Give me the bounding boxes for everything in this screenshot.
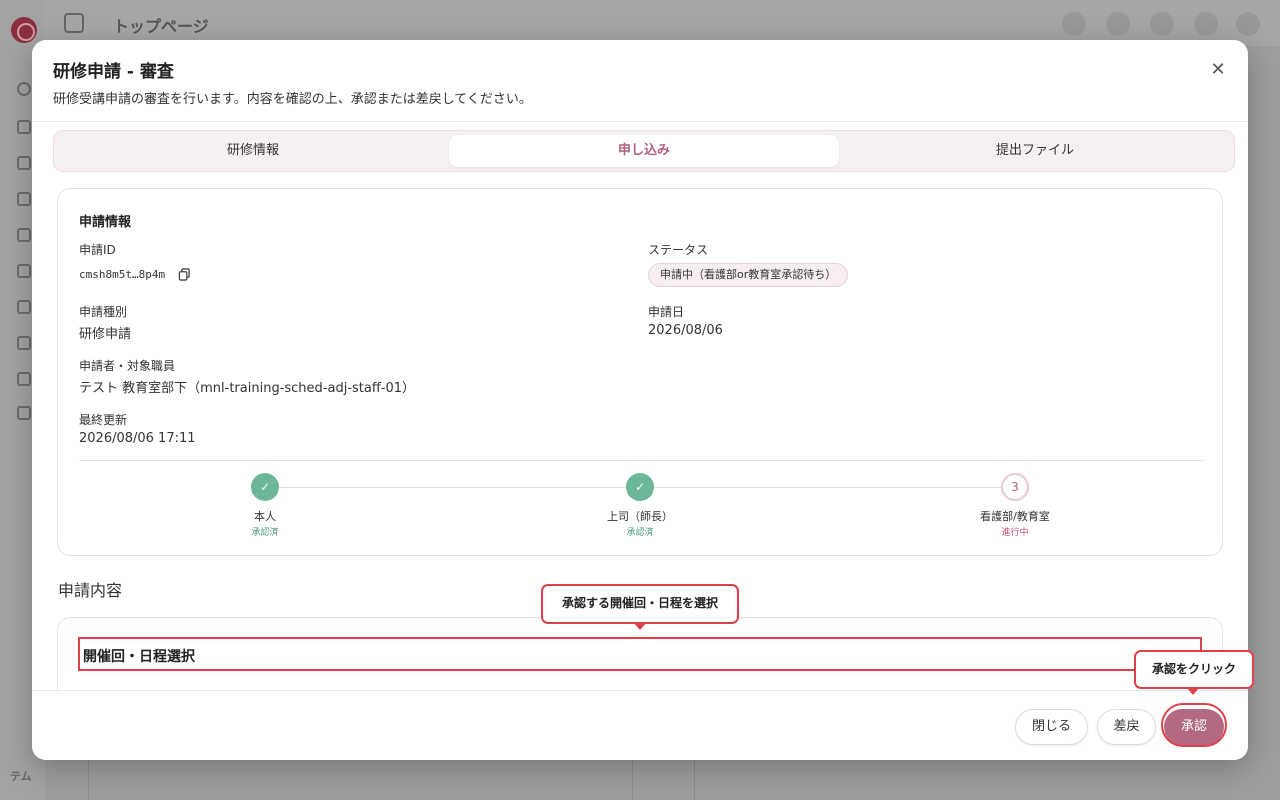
application-info-card: 申請情報 申請ID cmsh8m5t…8p4m ステータス 申請中（看護部or教… [57, 188, 1223, 556]
close-button[interactable]: 閉じる [1015, 709, 1088, 745]
section-title: 申請内容 [58, 581, 123, 600]
schedule-select-heading: 開催回・日程選択 [83, 649, 195, 665]
bg-nav-icon [17, 300, 31, 314]
step-name: 看護部/教育室 [980, 510, 1050, 523]
bg-nav-icon [17, 264, 31, 278]
modal-description: 研修受講申請の審査を行います。内容を確認の上、承認または差戻してください。 [53, 92, 532, 107]
bg-nav-icon [17, 228, 31, 242]
tooltip-select-schedule: 承認する開催回・日程を選択 [541, 584, 739, 624]
step-status: 承認済 [251, 528, 279, 538]
step-status: 承認済 [626, 528, 654, 538]
check-icon: ✓ [251, 473, 279, 501]
bg-nav-icon [17, 82, 31, 96]
tooltip-arrow [1187, 688, 1199, 695]
applicant-value: テスト 教育室部下（mnl-training-sched-adj-staff-0… [79, 381, 416, 396]
bg-nav-icon [17, 120, 31, 134]
step-name: 本人 [254, 510, 276, 523]
bg-nav-icon [17, 372, 31, 386]
bg-nav-icon [17, 336, 31, 350]
applicant-label: 申請者・対象職員 [79, 359, 176, 373]
bg-calendar-icon [1106, 12, 1130, 36]
application-date-label: 申請日 [648, 305, 685, 319]
bg-page-title: トップページ [113, 17, 209, 36]
modal-footer: 閉じる 差戻 承認 [32, 690, 1248, 760]
close-icon[interactable]: ✕ [1208, 60, 1228, 80]
application-type-value: 研修申請 [79, 327, 132, 342]
tab-submitted-files[interactable]: 提出ファイル [840, 135, 1230, 167]
modal-title: 研修申請 - 審査 [53, 62, 174, 82]
step-number: 3 [1001, 473, 1029, 501]
bg-nav-icon [17, 156, 31, 170]
bg-message-icon [1194, 12, 1218, 36]
step-connector [279, 487, 627, 488]
bg-user-avatar [1236, 12, 1260, 36]
schedule-select-highlight[interactable] [78, 637, 1202, 671]
tab-training-info[interactable]: 研修情報 [58, 135, 448, 167]
application-id-value: cmsh8m5t…8p4m [79, 268, 166, 281]
bg-chat-icon [1062, 12, 1086, 36]
bg-nav-icon [17, 192, 31, 206]
tab-bar: 研修情報 申し込み 提出ファイル [53, 130, 1235, 172]
check-icon: ✓ [626, 473, 654, 501]
divider [79, 460, 1203, 461]
last-updated-value: 2026/08/06 17:11 [79, 431, 196, 446]
bg-nav-icon [17, 406, 31, 420]
application-type-label: 申請種別 [79, 305, 128, 319]
bg-bell-icon [1150, 12, 1174, 36]
tab-application[interactable]: 申し込み [449, 135, 839, 167]
approve-button-highlight [1161, 703, 1227, 747]
status-label: ステータス [648, 243, 709, 257]
sidebar-toggle-icon [64, 13, 84, 33]
bg-sidebar-bottom-label: テム [10, 770, 32, 783]
review-modal: 研修申請 - 審査 研修受講申請の審査を行います。内容を確認の上、承認または差戻… [32, 40, 1248, 760]
step-name: 上司（師長） [607, 510, 673, 523]
copy-icon[interactable] [178, 268, 191, 281]
last-updated-label: 最終更新 [79, 413, 128, 427]
step-connector [654, 487, 1002, 488]
card-title: 申請情報 [79, 215, 132, 230]
step-status: 進行中 [1001, 528, 1029, 538]
tooltip-arrow [634, 623, 646, 630]
application-date-value: 2026/08/06 [648, 323, 723, 338]
modal-header: 研修申請 - 審査 研修受講申請の審査を行います。内容を確認の上、承認または差戻… [32, 40, 1248, 122]
application-id-label: 申請ID [79, 243, 116, 257]
tooltip-click-approve: 承認をクリック [1134, 650, 1254, 689]
return-button[interactable]: 差戻 [1097, 709, 1156, 745]
status-badge: 申請中（看護部or教育室承認待ち） [648, 263, 849, 287]
